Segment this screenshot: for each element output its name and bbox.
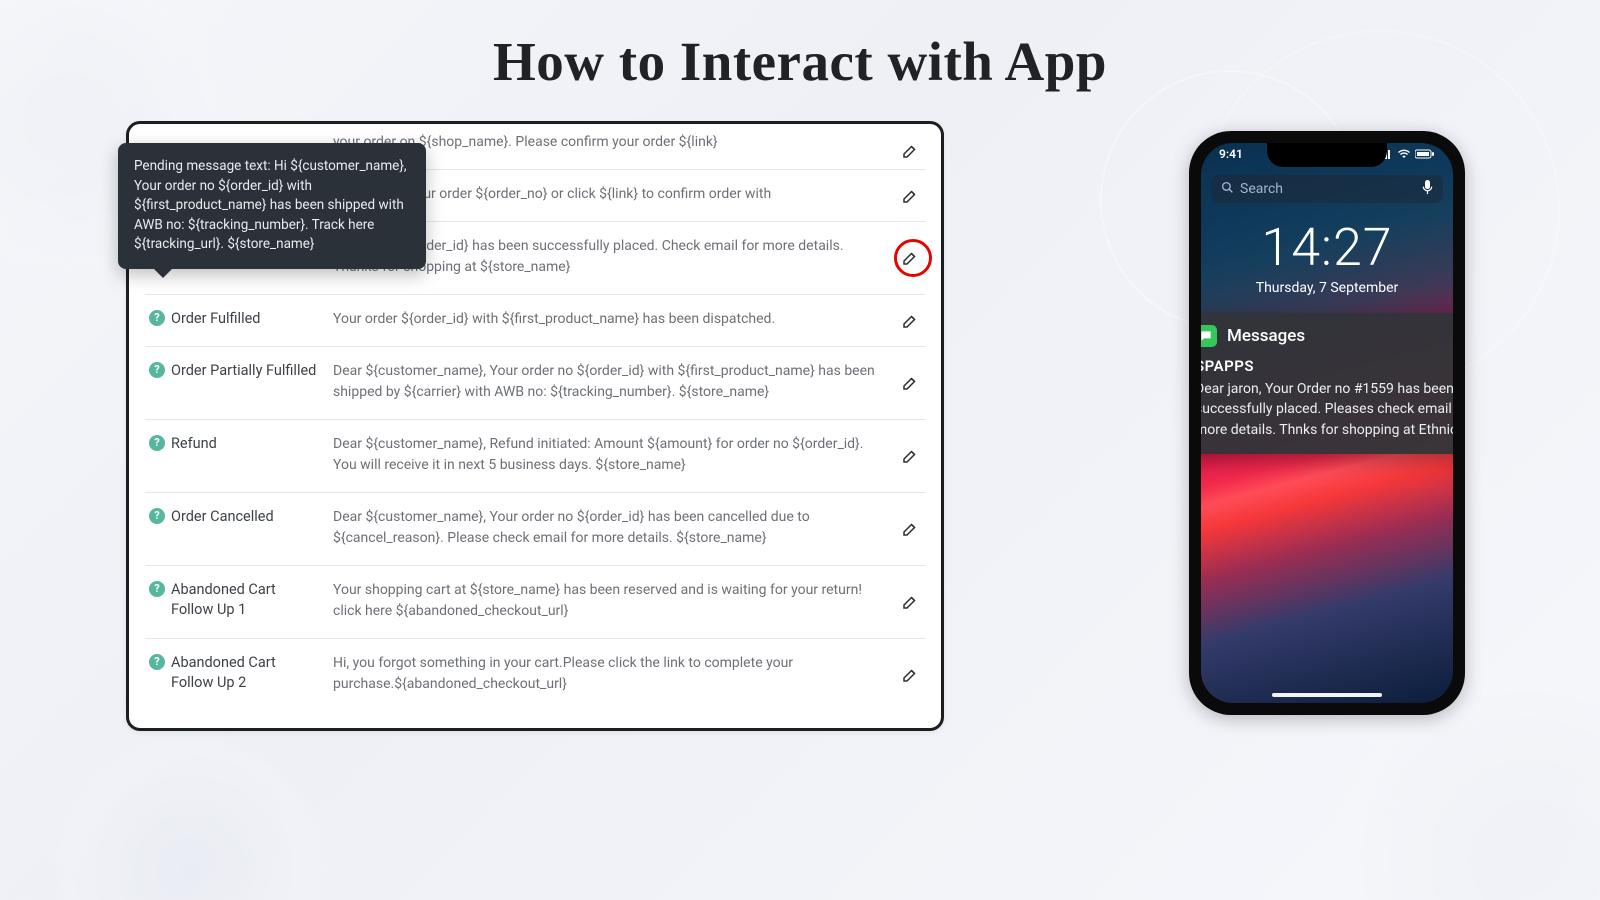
help-icon[interactable]: ? <box>149 581 165 597</box>
wifi-icon <box>1397 149 1411 159</box>
edit-template-button[interactable] <box>899 140 921 162</box>
template-name: Abandoned Cart Follow Up 2 <box>171 653 319 692</box>
edit-template-button[interactable] <box>899 310 921 332</box>
status-time: 9:41 <box>1219 147 1243 161</box>
notification-app-name: Messages <box>1227 326 1305 346</box>
clock-date: Thursday, 7 September <box>1201 280 1453 296</box>
template-name-cell: ? Abandoned Cart Follow Up 2 <box>149 653 319 692</box>
template-name-cell: ? Order Partially Fulfilled <box>149 361 319 381</box>
template-row: ? Order Partially Fulfilled Dear ${custome… <box>145 347 925 420</box>
template-row: ? Order Cancelled Dear ${customer_name}, Y… <box>145 493 925 566</box>
help-icon[interactable]: ? <box>149 508 165 524</box>
edit-template-button[interactable] <box>899 247 921 269</box>
edit-template-button[interactable] <box>899 185 921 207</box>
template-name-cell: ? Order Cancelled <box>149 507 319 527</box>
edit-template-button[interactable] <box>899 664 921 686</box>
edit-template-button[interactable] <box>899 518 921 540</box>
template-name-cell: ? Order Fulfilled <box>149 309 319 329</box>
template-message: Your shopping cart at ${store_name} has … <box>333 580 921 622</box>
battery-icon <box>1415 149 1435 159</box>
notification-body: Dear jaron, Your Order no #1559 has been… <box>1201 379 1453 440</box>
edit-template-button[interactable] <box>899 445 921 467</box>
phone-search-bar[interactable]: Search <box>1211 175 1443 203</box>
notification-sender: SPAPPS <box>1201 357 1453 375</box>
template-row: ? Abandoned Cart Follow Up 2 Hi, you forgo… <box>145 639 925 711</box>
template-message: Dear ${customer_name}, Your order no ${o… <box>333 507 921 549</box>
template-name: Order Fulfilled <box>171 309 260 329</box>
search-placeholder: Search <box>1240 181 1283 197</box>
template-row: ? Order Fulfilled Your order ${order_id} w… <box>145 295 925 347</box>
template-name-cell: ? Abandoned Cart Follow Up 1 <box>149 580 319 619</box>
template-name-cell: ? Refund <box>149 434 319 454</box>
template-name: Order Partially Fulfilled <box>171 361 316 381</box>
template-name: Refund <box>171 434 217 454</box>
phone-mock: 9:41 Search <box>1189 131 1465 715</box>
search-icon <box>1221 181 1234 198</box>
help-icon[interactable]: ? <box>149 362 165 378</box>
template-row: ? Refund Dear ${customer_name}, Refund ini… <box>145 420 925 493</box>
help-icon[interactable]: ? <box>149 310 165 326</box>
edit-template-button[interactable] <box>899 591 921 613</box>
help-icon[interactable]: ? <box>149 435 165 451</box>
edit-template-button[interactable] <box>899 372 921 394</box>
notification-card[interactable]: Messages Now SPAPPS Dear jaron, Your Ord… <box>1201 313 1453 454</box>
template-name: Abandoned Cart Follow Up 1 <box>171 580 319 619</box>
messages-app-icon <box>1201 325 1217 347</box>
template-row: ? Abandoned Cart Follow Up 1 Your shopping… <box>145 566 925 639</box>
template-message: Your order ${order_id} with ${first_prod… <box>333 309 921 330</box>
template-message: Dear ${customer_name}, Your order no ${o… <box>333 361 921 403</box>
phone-notch <box>1267 143 1387 167</box>
template-message: Hi, you forgot something in your cart.Pl… <box>333 653 921 695</box>
help-icon[interactable]: ? <box>149 654 165 670</box>
home-indicator <box>1272 693 1382 697</box>
template-name: Order Cancelled <box>171 507 274 527</box>
lock-screen-clock: 14:27 Thursday, 7 September <box>1201 217 1453 296</box>
mic-icon[interactable] <box>1422 180 1433 199</box>
template-tooltip: Pending message text: Hi ${customer_name… <box>118 143 426 269</box>
page-title: How to Interact with App <box>0 30 1600 93</box>
clock-time: 14:27 <box>1201 217 1453 278</box>
template-message: Dear ${customer_name}, Refund initiated:… <box>333 434 921 476</box>
